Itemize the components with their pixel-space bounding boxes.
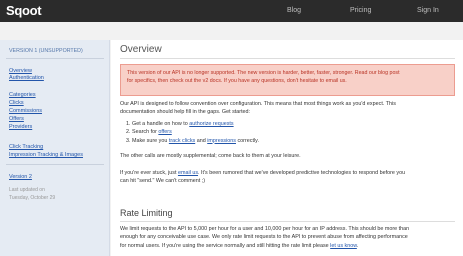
sidebar-link-impression-tracking[interactable]: Impression Tracking & Images <box>9 152 83 158</box>
email-us-link[interactable]: email us <box>178 170 198 176</box>
let-us-know-link[interactable]: let us know <box>330 243 357 249</box>
main-content: Overview This version of our API is no l… <box>111 40 463 256</box>
sidebar-link-categories[interactable]: Categories <box>9 92 36 98</box>
sidebar-link-clicks[interactable]: Clicks <box>9 100 24 106</box>
list-item: 1. Get a handle on how to authorize requ… <box>126 121 234 127</box>
version-label: VERSION 1 (UNSUPPORTED) <box>9 48 83 54</box>
sidebar-link-version-2[interactable]: Version 2 <box>9 174 32 180</box>
offers-link[interactable]: offers <box>158 129 171 135</box>
last-updated-date: Tuesday, October 29 <box>9 195 56 201</box>
intro-line: documentation should help fill in the ga… <box>120 109 251 116</box>
sidebar-divider <box>6 58 104 59</box>
sidebar-link-overview[interactable]: Overview <box>9 68 32 74</box>
nav-blog-link[interactable]: Blog <box>287 7 301 14</box>
rate-limit-paragraph: We limit requests to the API to 5,000 pe… <box>120 225 458 250</box>
rate-line: enough for any conceivable use case. We … <box>120 234 408 241</box>
rate-line: for normal users. If you're using the se… <box>120 242 359 249</box>
deprecation-alert: This version of our API is no longer sup… <box>120 64 455 96</box>
nav-sign-in-link[interactable]: Sign In <box>417 7 439 14</box>
list-item: 3. Make sure you track clicks and impres… <box>126 137 259 144</box>
rate-limiting-heading: Rate Limiting <box>120 208 173 218</box>
last-updated-label: Last updated on <box>9 187 45 193</box>
sqoot-logo[interactable]: Sqoot <box>6 3 42 18</box>
impressions-link[interactable]: impressions <box>207 138 236 144</box>
top-navigation-bar: Sqoot Blog Pricing Sign In <box>0 0 463 22</box>
title-divider <box>120 58 455 59</box>
nav-pricing-link[interactable]: Pricing <box>350 7 371 14</box>
alert-line: This version of our API is no longer sup… <box>127 70 400 76</box>
section-divider <box>120 221 455 222</box>
sidebar-link-commissions[interactable]: Commissions <box>9 108 42 114</box>
rate-line: We limit requests to the API to 5,000 pe… <box>120 226 410 232</box>
track-clicks-link[interactable]: track clicks <box>169 138 195 144</box>
sidebar-link-providers[interactable]: Providers <box>9 124 32 130</box>
sidebar-divider <box>6 164 104 165</box>
sidebar-link-offers[interactable]: Offers <box>9 116 24 122</box>
other-calls-text: The other calls are mostly supplemental;… <box>120 153 301 159</box>
alert-line: for specifics, then check out the v2 doc… <box>127 78 347 84</box>
sidebar-link-click-tracking[interactable]: Click Tracking <box>9 144 43 150</box>
stuck-line: can hit "send." We can't comment ;) <box>120 178 206 185</box>
intro-line: Our API is designed to follow convention… <box>120 101 396 107</box>
stuck-line: If you're ever stuck, just email us. It'… <box>120 170 406 176</box>
page-title: Overview <box>120 44 162 55</box>
docs-sidebar: VERSION 1 (UNSUPPORTED) Overview Authent… <box>0 40 110 256</box>
stuck-paragraph: If you're ever stuck, just email us. It'… <box>120 169 458 186</box>
list-item: 2. Search for offers <box>126 129 172 136</box>
authorize-requests-link[interactable]: authorize requests <box>189 121 233 127</box>
intro-paragraph: Our API is designed to follow convention… <box>120 100 458 117</box>
getting-started-list: 1. Get a handle on how to authorize requ… <box>126 120 259 145</box>
sidebar-link-authentication[interactable]: Authentication <box>9 75 44 81</box>
